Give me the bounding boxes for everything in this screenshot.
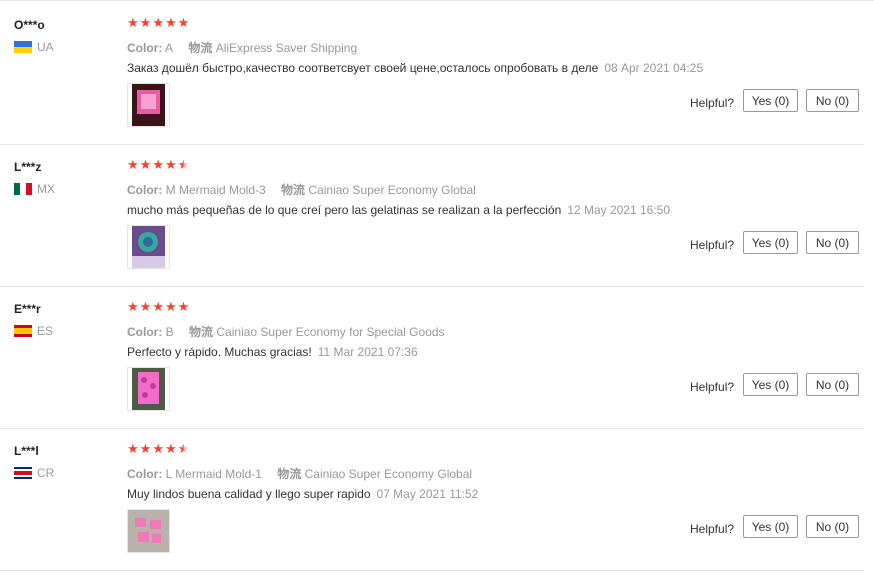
reviewer-name: L***l xyxy=(14,444,39,458)
photo-image xyxy=(132,84,165,126)
top-divider xyxy=(0,0,874,1)
review-date: 12 May 2021 16:50 xyxy=(567,203,671,217)
helpful-label: Helpful? xyxy=(690,96,735,110)
star-half-icon: ★ xyxy=(177,157,190,172)
helpful-label: Helpful? xyxy=(690,238,735,252)
review-text: Muy lindos buena calidad y llego super r… xyxy=(127,487,478,501)
review-date: 07 May 2021 11:52 xyxy=(376,487,479,501)
star-full-icon: ★ xyxy=(164,441,177,456)
country-code: MX xyxy=(37,182,55,196)
review-body: Muy lindos buena calidad y llego super r… xyxy=(127,487,371,501)
review-date: 08 Apr 2021 04:25 xyxy=(604,61,704,75)
color-label: Color: xyxy=(127,325,163,339)
review-item: L***l CR ★ ★ ★ ★ ★ Color: L Mermaid Mold-1 物… xyxy=(0,428,864,571)
star-full-icon: ★ xyxy=(152,15,164,30)
star-rating: ★ ★ ★ ★ ★ xyxy=(127,157,190,173)
star-full-icon: ★ xyxy=(164,157,177,172)
review-meta: Color: B 物流 Cainiao Super Economy for Sp… xyxy=(127,323,445,340)
star-full-icon: ★ xyxy=(152,157,164,172)
helpful-yes-button[interactable]: Yes (0) xyxy=(743,515,798,538)
star-full-icon: ★ xyxy=(139,15,152,30)
star-full-icon: ★ xyxy=(127,299,139,314)
star-full-icon: ★ xyxy=(127,157,139,172)
star-full-icon: ★ xyxy=(164,299,177,314)
star-full-icon: ★ xyxy=(177,15,190,30)
helpful-yes-button[interactable]: Yes (0) xyxy=(743,373,798,396)
review-item: L***z MX ★ ★ ★ ★ ★ Color: M Mermaid Mold-3 物… xyxy=(0,144,864,287)
review-text: Заказ дошёл быстро,качество соответсвует… xyxy=(127,61,703,75)
review-date: 11 Mar 2021 07:36 xyxy=(317,345,418,359)
shipping-value: Cainiao Super Economy for Special Goods xyxy=(216,325,445,339)
review-meta: Color: A 物流 AliExpress Saver Shipping xyxy=(127,39,357,56)
helpful-no-button[interactable]: No (0) xyxy=(806,373,859,396)
review-body: Perfecto y rápido. Muchas gracias! xyxy=(127,345,312,359)
star-full-icon: ★ xyxy=(127,15,139,30)
photo-image xyxy=(132,368,165,410)
photo-image xyxy=(128,510,169,552)
shipping-label: 物流 xyxy=(189,325,214,339)
shipping-label: 物流 xyxy=(281,183,306,197)
review-body: Заказ дошёл быстро,качество соответсвует… xyxy=(127,61,599,75)
star-full-icon: ★ xyxy=(164,15,177,30)
star-full-icon: ★ xyxy=(139,157,152,172)
review-photo-thumbnail[interactable] xyxy=(127,83,170,127)
star-full-icon: ★ xyxy=(152,299,164,314)
reviewer-name: E***r xyxy=(14,302,41,316)
photo-image xyxy=(132,226,165,268)
flag-mx-icon xyxy=(14,183,32,195)
reviewer-name: L***z xyxy=(14,160,42,174)
color-value: B xyxy=(165,325,174,339)
shipping-value: Cainiao Super Economy Global xyxy=(308,183,476,197)
country-code: ES xyxy=(37,324,54,338)
star-full-icon: ★ xyxy=(139,441,152,456)
helpful-no-button[interactable]: No (0) xyxy=(806,515,859,538)
helpful-yes-button[interactable]: Yes (0) xyxy=(743,231,798,254)
flag-es-icon xyxy=(14,325,32,337)
star-full-icon: ★ xyxy=(139,299,152,314)
star-full-icon: ★ xyxy=(127,441,139,456)
color-value: L Mermaid Mold-1 xyxy=(165,467,262,481)
shipping-label: 物流 xyxy=(188,41,213,55)
reviewer-country: UA xyxy=(14,40,54,54)
helpful-yes-button[interactable]: Yes (0) xyxy=(743,89,798,112)
star-half-icon: ★ xyxy=(177,441,190,456)
color-label: Color: xyxy=(127,41,163,55)
star-rating: ★ ★ ★ ★ ★ xyxy=(127,15,190,31)
helpful-label: Helpful? xyxy=(690,380,735,394)
color-label: Color: xyxy=(127,467,163,481)
helpful-no-button[interactable]: No (0) xyxy=(806,231,859,254)
reviewer-country: CR xyxy=(14,466,54,480)
country-code: CR xyxy=(37,466,55,480)
review-meta: Color: M Mermaid Mold-3 物流 Cainiao Super… xyxy=(127,181,476,198)
review-body: mucho más pequeñas de lo que creí pero l… xyxy=(127,203,562,217)
country-code: UA xyxy=(37,40,54,54)
color-value: A xyxy=(165,41,174,55)
color-label: Color: xyxy=(127,183,163,197)
flag-cr-icon xyxy=(14,467,32,479)
shipping-value: Cainiao Super Economy Global xyxy=(304,467,473,481)
review-meta: Color: L Mermaid Mold-1 物流 Cainiao Super… xyxy=(127,465,472,482)
review-text: Perfecto y rápido. Muchas gracias! 11 Mar… xyxy=(127,345,418,359)
reviewer-country: MX xyxy=(14,182,55,196)
helpful-label: Helpful? xyxy=(690,522,735,536)
review-photo-thumbnail[interactable] xyxy=(127,367,170,411)
helpful-no-button[interactable]: No (0) xyxy=(806,89,859,112)
star-full-icon: ★ xyxy=(152,441,164,456)
reviewer-country: ES xyxy=(14,324,53,338)
review-text: mucho más pequeñas de lo que creí pero l… xyxy=(127,203,670,217)
flag-ua-icon xyxy=(14,41,32,53)
reviewer-name: O***o xyxy=(14,18,45,32)
star-rating: ★ ★ ★ ★ ★ xyxy=(127,299,190,315)
review-photo-thumbnail[interactable] xyxy=(127,225,170,269)
color-value: M Mermaid Mold-3 xyxy=(165,183,266,197)
review-item: O***o UA ★ ★ ★ ★ ★ Color: A 物流 AliExpress Sa… xyxy=(0,2,864,145)
star-full-icon: ★ xyxy=(177,299,190,314)
review-photo-thumbnail[interactable] xyxy=(127,509,170,553)
review-item: E***r ES ★ ★ ★ ★ ★ Color: B 物流 Cainiao Super… xyxy=(0,286,864,429)
shipping-label: 物流 xyxy=(277,467,302,481)
star-rating: ★ ★ ★ ★ ★ xyxy=(127,441,190,457)
shipping-value: AliExpress Saver Shipping xyxy=(215,41,358,55)
